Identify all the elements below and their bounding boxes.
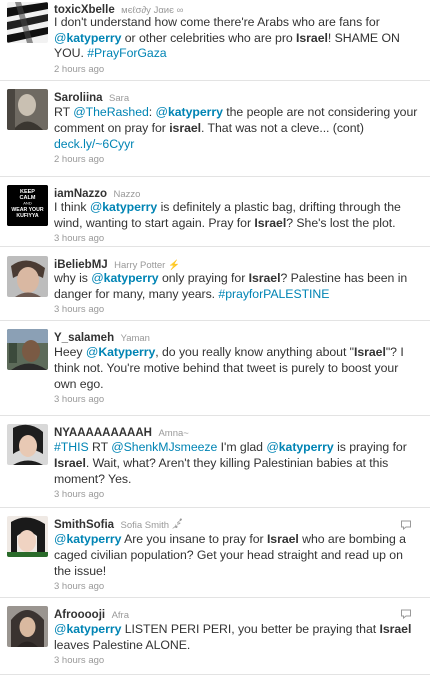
tweet-text-run: , do you really know anything about " xyxy=(155,345,354,359)
screen-name[interactable]: Afrooooji xyxy=(54,609,105,621)
tweet-item[interactable]: toxicXbelle мєℓσ∂у Jαиє ∞ I don't unders… xyxy=(0,0,430,81)
tweet-text-run: or other celebrities who are pro xyxy=(121,30,297,45)
tweet-item[interactable]: SmithSofia Sofia Smith ﷴ @katyperry Are … xyxy=(0,508,430,598)
tweet-text-run: I don't understand how come there're Ara… xyxy=(54,15,380,29)
search-term-highlight: Israel xyxy=(296,30,328,45)
avatar[interactable] xyxy=(7,606,48,647)
mention-link[interactable]: @katyperry xyxy=(91,271,158,285)
search-term-highlight: Israel xyxy=(266,532,299,546)
search-term-highlight: Israel xyxy=(354,345,386,359)
tweet-text: I think @katyperry is definitely a plast… xyxy=(54,200,418,231)
avatar-text: AND xyxy=(23,201,32,206)
tweet-text: I don't understand how come there're Ara… xyxy=(54,15,418,62)
full-name: Sara xyxy=(109,93,130,104)
mention-link[interactable]: @katyperry xyxy=(156,105,223,119)
screen-name[interactable]: NYAAAAAAAAAH xyxy=(54,427,152,439)
tweet-text-run: I'm glad xyxy=(217,440,267,454)
full-name: Yaman xyxy=(120,333,150,344)
reply-icon[interactable] xyxy=(400,517,412,531)
tweet-text-run: RT xyxy=(54,105,74,119)
timestamp[interactable]: 3 hours ago xyxy=(54,489,418,501)
mention-link[interactable]: @katyperry xyxy=(54,532,121,546)
screen-name[interactable]: SmithSofia xyxy=(54,519,114,531)
tweet-text: #THIS RT @ShenkMJsmeeze I'm glad @katype… xyxy=(54,439,418,487)
tweet-text-run: RT xyxy=(88,440,112,454)
timestamp[interactable]: 2 hours ago xyxy=(54,154,418,166)
tweet-text-run: only praying for xyxy=(158,271,249,285)
hashtag-link[interactable]: #PrayForGaza xyxy=(87,46,166,60)
tweet-text: RT @TheRashed: @katyperry the people are… xyxy=(54,104,418,152)
full-name: Harry Potter ⚡ xyxy=(114,260,180,271)
tweet-item[interactable]: Saroliina Sara RT @TheRashed: @katyperry… xyxy=(0,81,430,177)
search-term-highlight: Israel xyxy=(54,456,86,470)
tweet-feed: toxicXbelle мєℓσ∂у Jαиє ∞ I don't unders… xyxy=(0,0,430,675)
tweet-text: @katyperry LISTEN PERI PERI, you better … xyxy=(54,621,418,653)
mention-link[interactable]: @katyperry xyxy=(54,622,121,636)
timestamp[interactable]: 2 hours ago xyxy=(54,64,418,76)
screen-name[interactable]: iBeliebMJ xyxy=(54,259,108,271)
full-name: Sofia Smith ﷴ xyxy=(120,520,183,531)
mention-link[interactable]: @katyperry xyxy=(90,200,157,214)
hashtag-link[interactable]: #prayforPALESTINE xyxy=(218,287,329,301)
full-name: Afra xyxy=(111,610,129,621)
tweet-text: why is @katyperry only praying for Israe… xyxy=(54,271,418,302)
full-name: Amna~ xyxy=(158,428,189,439)
mention-link[interactable]: @katyperry xyxy=(266,440,333,454)
tweet-item[interactable]: Y_salameh Yaman Heey @Katyperry, do you … xyxy=(0,321,430,416)
url-link[interactable]: deck.ly/~6Cyyr xyxy=(54,137,134,151)
tweet-text-run: . That was not a cleve... (cont) xyxy=(201,121,364,135)
timestamp[interactable]: 3 hours ago xyxy=(54,394,418,406)
mention-link[interactable]: @Katyperry xyxy=(86,345,155,359)
mention-link[interactable]: @ShenkMJsmeeze xyxy=(111,440,217,454)
tweet-text-run: : xyxy=(148,105,156,119)
tweet-text-run: Heey xyxy=(54,345,86,359)
tweet-item[interactable]: KEEP CALM AND WEAR YOUR KUFIYYA iamNazzo… xyxy=(0,177,430,247)
mention-link[interactable]: @katyperry xyxy=(54,31,121,45)
avatar[interactable] xyxy=(7,89,48,130)
avatar[interactable] xyxy=(7,329,48,370)
search-term-highlight: Israel xyxy=(379,622,412,636)
avatar-text: KUFIYYA xyxy=(16,213,39,219)
search-term-highlight: Israel xyxy=(254,215,287,230)
tweet-text-run: is praying for xyxy=(333,440,407,454)
avatar: KEEP CALM AND WEAR YOUR KUFIYYA xyxy=(7,185,48,226)
tweet-text: @katyperry Are you insane to pray for Is… xyxy=(54,531,418,579)
tweet-text-run: I think xyxy=(54,200,90,214)
mention-link[interactable]: @TheRashed xyxy=(73,105,149,119)
tweet-text-run: . Wait, what? Aren't they killing Palest… xyxy=(54,456,389,486)
tweet-text-run: Are you insane to pray for xyxy=(121,532,267,546)
tweet-item[interactable]: NYAAAAAAAAAH Amna~ #THIS RT @ShenkMJsmee… xyxy=(0,416,430,508)
tweet-text: Heey @Katyperry, do you really know anyt… xyxy=(54,344,418,392)
timestamp[interactable]: 3 hours ago xyxy=(54,304,418,316)
search-term-highlight: Israel xyxy=(248,271,281,285)
tweet-text-run: why is xyxy=(54,271,92,285)
timestamp[interactable]: 3 hours ago xyxy=(54,655,418,667)
tweet-text-run: leaves Palestine ALONE. xyxy=(54,638,191,652)
screen-name[interactable]: Saroliina xyxy=(54,92,103,104)
hashtag-link[interactable]: #THIS xyxy=(54,440,89,454)
tweet-item[interactable]: iBeliebMJ Harry Potter ⚡ why is @katyper… xyxy=(0,247,430,321)
avatar[interactable] xyxy=(7,256,48,297)
reply-icon[interactable] xyxy=(400,606,412,620)
tweet-item[interactable]: Afrooooji Afra @katyperry LISTEN PERI PE… xyxy=(0,598,430,675)
tweet-text-run: LISTEN PERI PERI, you better be praying … xyxy=(121,622,380,636)
avatar[interactable] xyxy=(7,516,48,557)
search-term-highlight: israel xyxy=(169,121,202,135)
timestamp[interactable]: 3 hours ago xyxy=(54,233,418,245)
avatar[interactable] xyxy=(7,2,48,43)
avatar[interactable] xyxy=(7,424,48,465)
screen-name[interactable]: Y_salameh xyxy=(54,332,114,344)
timestamp[interactable]: 3 hours ago xyxy=(54,581,418,593)
full-name: Nazzo xyxy=(113,189,141,200)
tweet-text-run: ? She's lost the plot. xyxy=(286,215,396,230)
screen-name[interactable]: iamNazzo xyxy=(54,188,107,200)
